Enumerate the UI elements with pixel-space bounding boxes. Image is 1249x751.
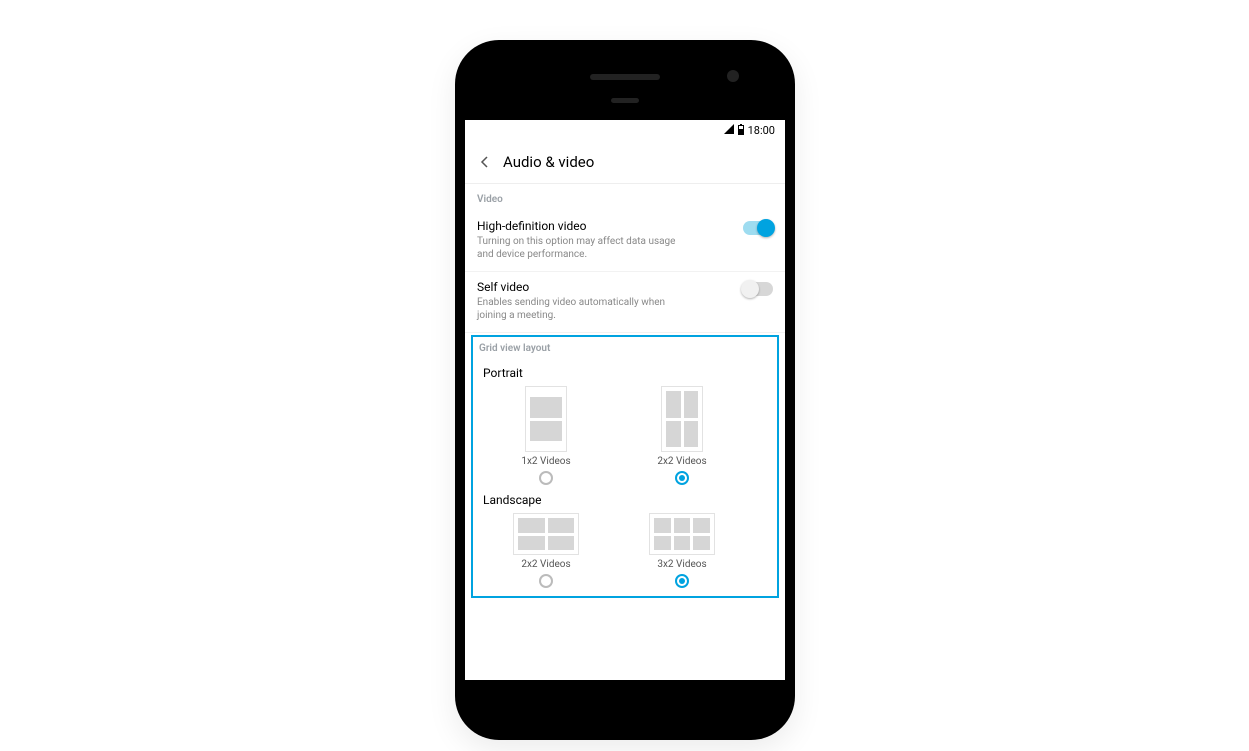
option-caption: 1x2 Videos: [521, 456, 570, 467]
phone-screen: 18:00 Audio & video Video High-definitio…: [465, 120, 785, 680]
landscape-options: 2x2 Videos 3x2 Videos: [473, 511, 777, 590]
grid-view-layout-section: Grid view layout Portrait 1x2 Videos: [471, 335, 779, 598]
radio-landscape-2x2[interactable]: [539, 574, 553, 588]
setting-row-hd-video[interactable]: High-definition video Turning on this op…: [465, 211, 785, 272]
setting-title: High-definition video: [477, 219, 733, 233]
layout-thumb-l3x2-icon: [649, 513, 715, 555]
app-bar: Audio & video: [465, 140, 785, 184]
portrait-option-2x2[interactable]: 2x2 Videos: [627, 386, 737, 485]
radio-portrait-1x2[interactable]: [539, 471, 553, 485]
status-bar: 18:00: [465, 120, 785, 140]
setting-row-self-video[interactable]: Self video Enables sending video automat…: [465, 272, 785, 333]
page-title: Audio & video: [503, 153, 594, 171]
layout-thumb-1x2-icon: [525, 386, 567, 452]
radio-landscape-3x2[interactable]: [675, 574, 689, 588]
battery-icon: [738, 125, 744, 135]
setting-desc: Enables sending video automatically when…: [477, 296, 687, 322]
toggle-self-video[interactable]: [743, 282, 773, 296]
option-caption: 3x2 Videos: [657, 559, 706, 570]
landscape-option-3x2[interactable]: 3x2 Videos: [627, 513, 737, 588]
section-header-grid: Grid view layout: [473, 337, 777, 360]
setting-title: Self video: [477, 280, 733, 294]
phone-frame: 18:00 Audio & video Video High-definitio…: [455, 40, 795, 740]
setting-desc: Turning on this option may affect data u…: [477, 235, 687, 261]
signal-icon: [724, 124, 734, 137]
landscape-option-2x2[interactable]: 2x2 Videos: [491, 513, 601, 588]
portrait-options: 1x2 Videos 2x2 Videos: [473, 384, 777, 487]
toggle-hd-video[interactable]: [743, 221, 773, 235]
layout-thumb-2x2-icon: [661, 386, 703, 452]
radio-portrait-2x2[interactable]: [675, 471, 689, 485]
portrait-option-1x2[interactable]: 1x2 Videos: [491, 386, 601, 485]
portrait-label: Portrait: [473, 360, 777, 384]
status-time: 18:00: [748, 124, 775, 137]
layout-thumb-l2x2-icon: [513, 513, 579, 555]
landscape-label: Landscape: [473, 487, 777, 511]
option-caption: 2x2 Videos: [657, 456, 706, 467]
section-header-video: Video: [465, 184, 785, 211]
option-caption: 2x2 Videos: [521, 559, 570, 570]
back-icon[interactable]: [477, 154, 493, 170]
